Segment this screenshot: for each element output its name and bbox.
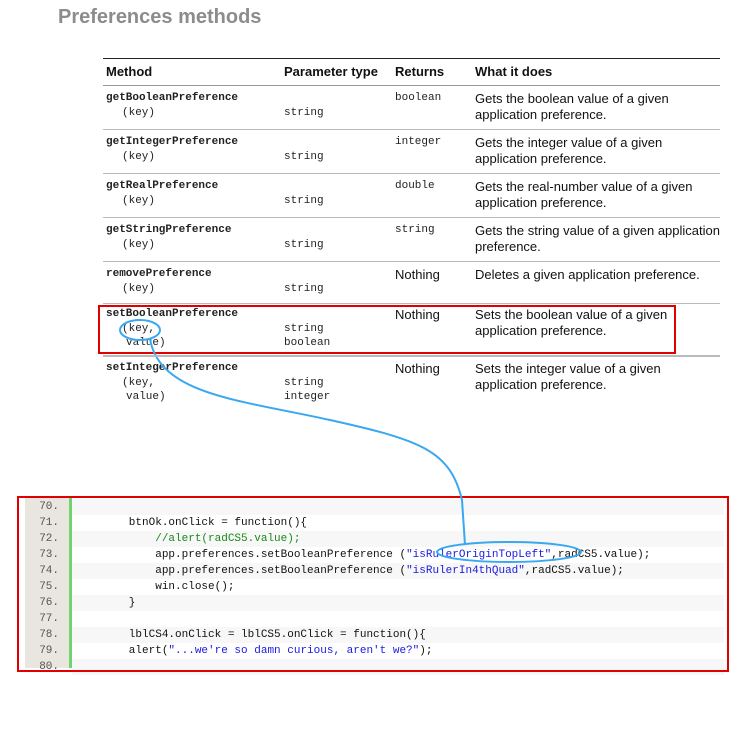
- row-divider: [103, 303, 720, 304]
- annotation-circle-key: [119, 319, 161, 341]
- annotation-connector: [149, 338, 466, 546]
- row-divider: [103, 261, 720, 262]
- row-divider: [103, 356, 720, 357]
- annotation-circle-string: [436, 541, 582, 563]
- row-divider: [103, 129, 720, 130]
- row-divider: [103, 217, 720, 218]
- table-header-rule: [103, 85, 720, 86]
- row-divider: [103, 173, 720, 174]
- annotation-overlay: [119, 319, 582, 563]
- table-top-rule: [103, 58, 720, 59]
